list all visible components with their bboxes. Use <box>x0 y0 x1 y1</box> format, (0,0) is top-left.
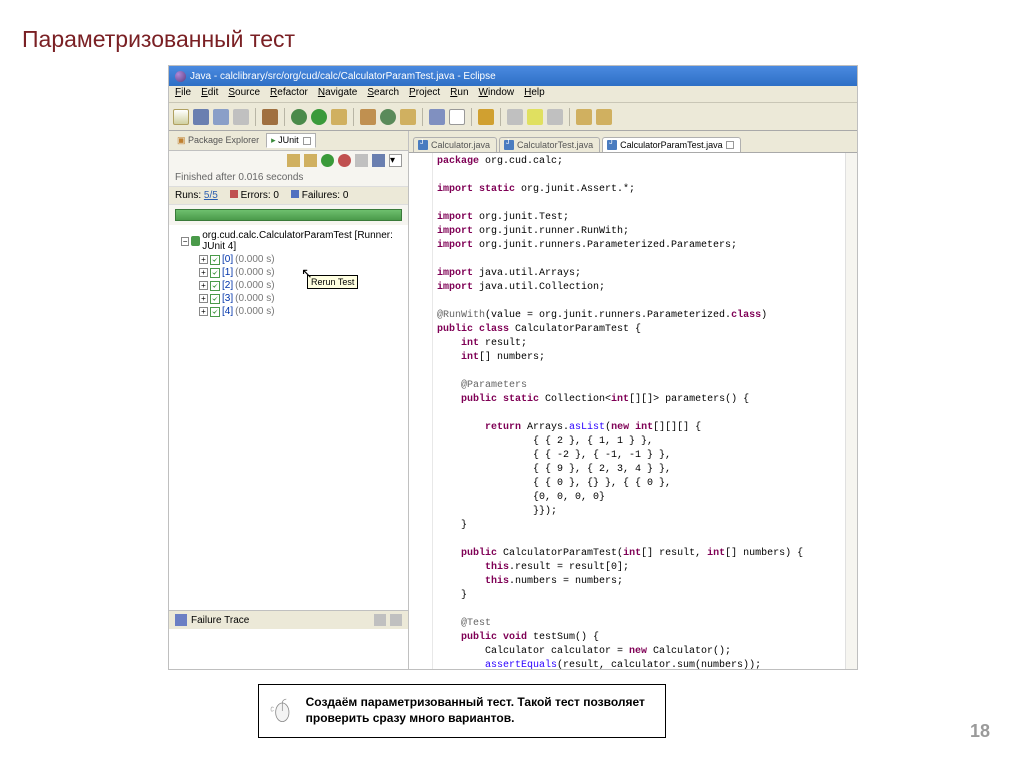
tab-package-explorer[interactable]: ▣ Package Explorer <box>173 134 263 147</box>
slide-title: Параметризованный тест <box>22 26 295 53</box>
test-pass-icon <box>210 255 220 265</box>
failures-label: Failures: 0 <box>291 190 348 201</box>
java-file-icon <box>504 140 514 150</box>
junit-view: ▣ Package Explorer ▸ JUnit ▾ Finished af… <box>169 131 409 669</box>
editor-tab[interactable]: Calculator.java <box>413 137 497 152</box>
tree-item[interactable]: +[0] (0.000 s) <box>171 253 406 266</box>
expand-icon[interactable]: + <box>199 294 208 303</box>
java-file-icon <box>607 140 617 150</box>
menubar: File Edit Source Refactor Navigate Search Proj… <box>169 86 857 103</box>
junit-status: Finished after 0.016 seconds <box>169 169 408 186</box>
print-icon[interactable] <box>233 109 249 125</box>
stop-icon[interactable] <box>355 154 368 167</box>
failure-trace-header[interactable]: Failure Trace <box>169 610 408 629</box>
eclipse-window: Java - calclibrary/src/org/cud/calc/Calc… <box>168 65 858 670</box>
debug-icon[interactable] <box>291 109 307 125</box>
pin-icon[interactable] <box>507 109 523 125</box>
test-pass-icon <box>210 268 220 278</box>
test-pass-icon <box>210 294 220 304</box>
menu-source[interactable]: Source <box>228 87 260 101</box>
window-title: Java - calclibrary/src/org/cud/calc/Calc… <box>190 71 496 82</box>
test-tree[interactable]: − org.cud.calc.CalculatorParamTest [Runn… <box>169 225 408 610</box>
test-pass-icon <box>210 307 220 317</box>
forward-icon[interactable] <box>596 109 612 125</box>
view-menu-icon[interactable]: ▾ <box>389 154 402 167</box>
expand-icon[interactable]: + <box>199 307 208 316</box>
tree-item[interactable]: +[2] (0.000 s) <box>171 279 406 292</box>
collapse-icon[interactable]: − <box>181 237 189 246</box>
nav-icon[interactable] <box>547 109 563 125</box>
save-icon[interactable] <box>193 109 209 125</box>
menu-run[interactable]: Run <box>450 87 468 101</box>
rerun-failed-icon[interactable] <box>338 154 351 167</box>
errors-label: Errors: 0 <box>230 190 279 201</box>
menu-window[interactable]: Window <box>479 87 515 101</box>
menu-file[interactable]: File <box>175 87 191 101</box>
test-pass-icon <box>210 281 220 291</box>
menu-help[interactable]: Help <box>524 87 545 101</box>
java-file-icon <box>418 140 428 150</box>
search-icon[interactable] <box>449 109 465 125</box>
menu-search[interactable]: Search <box>367 87 399 101</box>
menu-refactor[interactable]: Refactor <box>270 87 308 101</box>
runs-label: Runs: 5/5 <box>175 190 218 201</box>
compare-icon[interactable] <box>374 614 386 626</box>
close-icon[interactable] <box>303 137 311 145</box>
run-icon[interactable] <box>311 109 327 125</box>
tab-junit[interactable]: ▸ JUnit <box>266 133 316 148</box>
annotation-icon[interactable] <box>527 109 543 125</box>
tree-item[interactable]: +[4] (0.000 s) <box>171 305 406 318</box>
failure-trace-icon <box>175 614 187 626</box>
editor-tab[interactable]: CalculatorParamTest.java <box>602 137 741 152</box>
editor-tabs: Calculator.javaCalculatorTest.javaCalcul… <box>409 131 857 153</box>
gutter: +−−− <box>409 153 433 669</box>
menu-navigate[interactable]: Navigate <box>318 87 357 101</box>
tree-root[interactable]: − org.cud.calc.CalculatorParamTest [Runn… <box>171 229 406 253</box>
history-icon[interactable] <box>372 154 385 167</box>
mouse-icon <box>269 690 296 732</box>
overview-ruler[interactable] <box>845 153 857 669</box>
new-folder-icon[interactable] <box>400 109 416 125</box>
runner-icon <box>191 236 200 246</box>
rerun-icon[interactable] <box>321 154 334 167</box>
expand-icon[interactable]: + <box>199 281 208 290</box>
menu-project[interactable]: Project <box>409 87 440 101</box>
new-class-icon[interactable] <box>380 109 396 125</box>
tree-item[interactable]: +[3] (0.000 s) <box>171 292 406 305</box>
eclipse-icon <box>175 71 186 82</box>
filter-icon[interactable] <box>390 614 402 626</box>
tooltip: Rerun Test <box>307 275 358 289</box>
expand-icon[interactable]: + <box>199 255 208 264</box>
run-last-icon[interactable] <box>331 109 347 125</box>
cursor-icon: ↖ <box>301 265 313 282</box>
footnote: Создаём параметризованный тест. Такой те… <box>258 684 666 738</box>
code-editor[interactable]: package org.cud.calc; import static org.… <box>433 153 845 669</box>
page-number: 18 <box>970 721 990 742</box>
next-failure-icon[interactable] <box>287 154 300 167</box>
titlebar[interactable]: Java - calclibrary/src/org/cud/calc/Calc… <box>169 66 857 86</box>
prev-failure-icon[interactable] <box>304 154 317 167</box>
close-icon[interactable] <box>726 141 734 149</box>
footnote-text: Создаём параметризованный тест. Такой те… <box>306 695 655 726</box>
editor-tab[interactable]: CalculatorTest.java <box>499 137 600 152</box>
new-icon[interactable] <box>173 109 189 125</box>
toolbar <box>169 103 857 131</box>
menu-edit[interactable]: Edit <box>201 87 218 101</box>
progress-bar <box>175 209 402 221</box>
save-all-icon[interactable] <box>213 109 229 125</box>
open-type-icon[interactable] <box>429 109 445 125</box>
new-package-icon[interactable] <box>360 109 376 125</box>
expand-icon[interactable]: + <box>199 268 208 277</box>
back-icon[interactable] <box>576 109 592 125</box>
tree-item[interactable]: +[1] (0.000 s) <box>171 266 406 279</box>
task-icon[interactable] <box>478 109 494 125</box>
build-icon[interactable] <box>262 109 278 125</box>
